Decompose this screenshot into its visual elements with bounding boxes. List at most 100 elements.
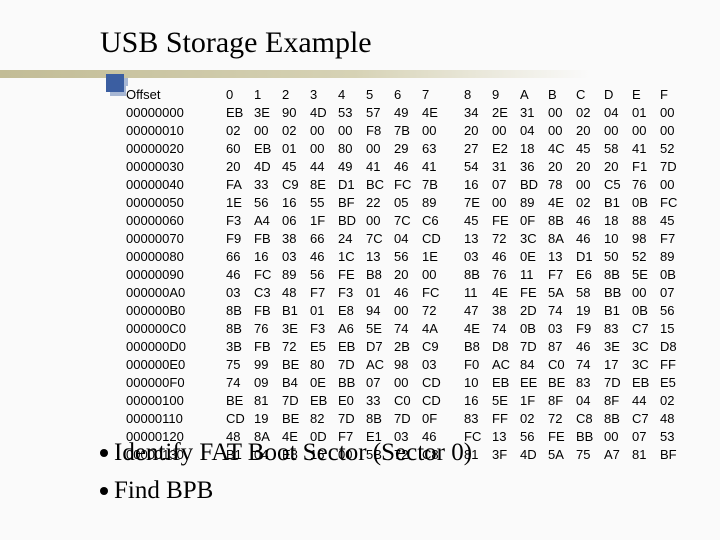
byte-cell: 89 [660,248,688,266]
byte-cell: 0B [632,302,660,320]
byte-cell: B8 [366,266,394,284]
byte-cell: C7 [632,320,660,338]
byte-cell: F7 [548,266,576,284]
title-area: USB Storage Example [0,28,720,80]
byte-cell: 52 [660,140,688,158]
table-row: 0000002060EB01008000296327E2184C45584152 [126,140,688,158]
byte-cell: 53 [660,428,688,446]
byte-cell: 89 [282,266,310,284]
byte-cell: 74 [548,302,576,320]
byte-cell: 16 [254,248,282,266]
list-item: Identify FAT Boot Sector (Sector 0) [100,434,472,472]
byte-cell: 7D [338,356,366,374]
byte-cell: 8F [548,392,576,410]
byte-cell: C9 [282,176,310,194]
byte-cell: 5A [548,284,576,302]
bullet-text: Find BPB [114,472,213,510]
byte-cell: 00 [604,428,632,446]
byte-cell: EB [226,104,254,122]
byte-cell: EB [254,140,282,158]
byte-cell: 7E [464,194,492,212]
table-row: 0000009046FC8956FEB820008B7611F7E68B5E0B [126,266,688,284]
byte-cell: 38 [282,230,310,248]
byte-cell: F3 [338,284,366,302]
byte-cell: 33 [254,176,282,194]
table-row: 000000A003C348F7F30146FC114EFE5A58BB0007 [126,284,688,302]
byte-cell: C6 [422,212,450,230]
byte-cell: D7 [366,338,394,356]
byte-cell: 56 [394,248,422,266]
byte-cell: 11 [464,284,492,302]
byte-cell: FF [660,356,688,374]
byte-cell: 41 [422,158,450,176]
byte-cell: 83 [576,374,604,392]
byte-cell: F0 [464,356,492,374]
col-9: 9 [492,86,520,104]
byte-cell: 5E [492,392,520,410]
byte-cell: 22 [366,194,394,212]
offset-cell: 00000070 [126,230,226,248]
byte-cell: C9 [422,338,450,356]
offset-cell: 00000000 [126,104,226,122]
byte-cell: 3F [492,446,520,464]
byte-cell: 45 [282,158,310,176]
byte-cell: CD [422,374,450,392]
byte-cell: 36 [520,158,548,176]
byte-cell: 29 [394,140,422,158]
byte-cell: 24 [338,230,366,248]
byte-cell: 8B [548,212,576,230]
byte-cell: 0E [310,374,338,392]
byte-cell: 45 [464,212,492,230]
col-F: F [660,86,688,104]
byte-cell: 58 [604,140,632,158]
byte-cell: BE [226,392,254,410]
byte-cell: F1 [632,158,660,176]
byte-cell: BD [520,176,548,194]
bullet-text: Identify FAT Boot Sector (Sector 0) [114,434,472,472]
byte-cell: 46 [576,338,604,356]
byte-cell: 02 [520,410,548,428]
byte-cell: 49 [338,158,366,176]
byte-cell: 3C [632,356,660,374]
offset-cell: 00000100 [126,392,226,410]
byte-cell: B1 [604,194,632,212]
byte-cell: 0B [660,266,688,284]
byte-cell: 56 [254,194,282,212]
table-row: 00000070F9FB3866247C04CD13723C8A461098F7 [126,230,688,248]
byte-cell: BF [660,446,688,464]
byte-cell: A6 [338,320,366,338]
offset-cell: 00000050 [126,194,226,212]
byte-cell: B4 [282,374,310,392]
col-E: E [632,86,660,104]
byte-cell: 72 [282,338,310,356]
byte-cell: 17 [604,356,632,374]
col-7: 7 [422,86,450,104]
table-row: 00000000EB3E904D5357494E342E310002040100 [126,104,688,122]
byte-cell: BB [604,284,632,302]
byte-cell: 20 [548,158,576,176]
col-3: 3 [310,86,338,104]
byte-cell: 00 [548,122,576,140]
byte-cell: BF [338,194,366,212]
col-B: B [548,86,576,104]
offset-cell: 000000C0 [126,320,226,338]
byte-cell: E0 [338,392,366,410]
byte-cell: 18 [520,140,548,158]
byte-cell: 00 [254,122,282,140]
table-row: 00000060F3A4061FBD007CC645FE0F8B46188845 [126,212,688,230]
byte-cell: 1F [310,212,338,230]
byte-cell: AC [366,356,394,374]
byte-cell: 04 [394,230,422,248]
byte-cell: FB [254,302,282,320]
byte-cell: 46 [576,212,604,230]
byte-cell: 01 [310,302,338,320]
byte-cell: 2B [394,338,422,356]
byte-cell: FE [338,266,366,284]
byte-cell: A7 [604,446,632,464]
byte-cell: 72 [492,230,520,248]
byte-cell: 10 [604,230,632,248]
byte-cell: 20 [576,158,604,176]
byte-cell: 7C [394,212,422,230]
byte-cell: 33 [366,392,394,410]
byte-cell: 02 [576,104,604,122]
